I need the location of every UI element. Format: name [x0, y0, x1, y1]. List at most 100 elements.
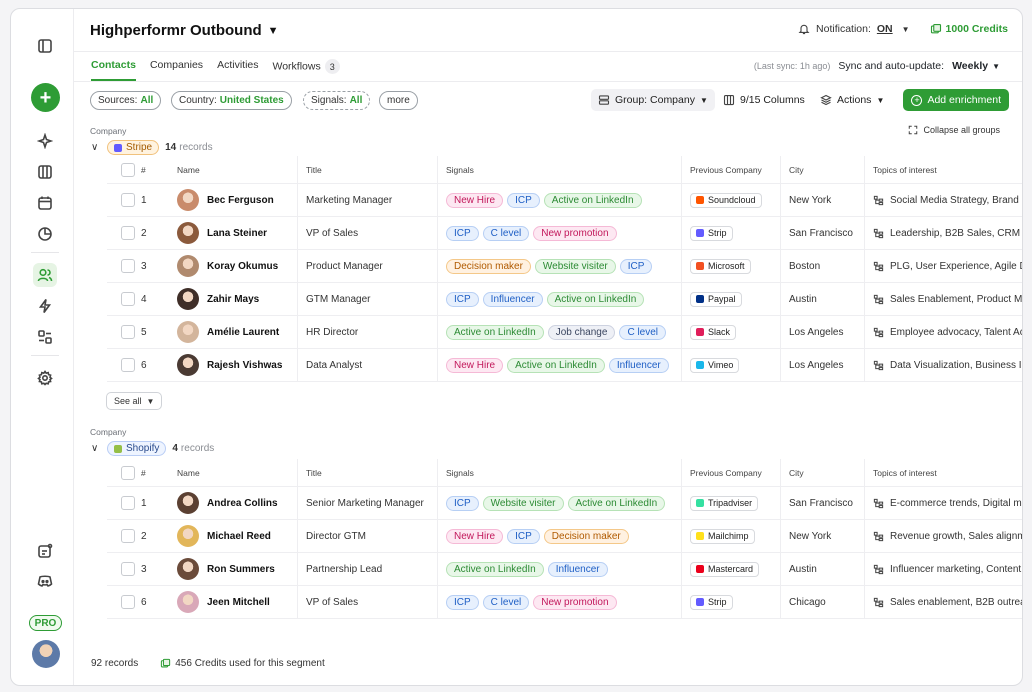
- contact-name[interactable]: Zahir Mays: [177, 288, 259, 310]
- previous-company-name: Paypal: [708, 294, 736, 304]
- row-checkbox[interactable]: [121, 496, 135, 510]
- integrations-icon[interactable]: [33, 325, 57, 349]
- cell-idx: 1: [141, 194, 147, 206]
- topics-text: Influencer marketing, Content partnershi…: [890, 563, 1022, 575]
- table-row[interactable]: 2 Lana Steiner VP of Sales ICP C level New pr…: [107, 217, 1022, 250]
- company-logo-icon: [696, 262, 704, 270]
- columns-button[interactable]: 9/15 Columns: [716, 89, 812, 111]
- table-row[interactable]: 6 Jeen Mitchell VP of Sales ICP C level New p…: [107, 586, 1022, 619]
- signal-tag: Decision maker: [543, 528, 629, 544]
- contact-name[interactable]: Jeen Mitchell: [177, 591, 270, 613]
- tab-activities[interactable]: Activities: [217, 59, 258, 81]
- notification-toggle[interactable]: Notification: ON ▼: [798, 23, 910, 35]
- collapse-all-groups-button[interactable]: Collapse all groups: [908, 125, 1000, 135]
- hierarchy-icon: [873, 564, 884, 574]
- tab-contacts[interactable]: Contacts: [91, 59, 136, 81]
- contact-name-text: Michael Reed: [207, 530, 271, 542]
- contact-name[interactable]: Andrea Collins: [177, 492, 278, 514]
- cell-idx: 1: [141, 497, 147, 509]
- pie-chart-icon[interactable]: [33, 222, 57, 246]
- contact-name-text: Amélie Laurent: [207, 326, 280, 338]
- row-checkbox[interactable]: [121, 325, 135, 339]
- previous-company-name: Vimeo: [708, 360, 734, 370]
- filter-signals[interactable]: Signals: All: [303, 91, 371, 110]
- row-checkbox[interactable]: [121, 193, 135, 207]
- contacts-icon[interactable]: [33, 263, 57, 287]
- column-header-cb[interactable]: [121, 459, 141, 486]
- signal-tag: Website visiter: [534, 258, 616, 274]
- row-checkbox[interactable]: [121, 358, 135, 372]
- table-row[interactable]: 1 Andrea Collins Senior Marketing Manager I…: [107, 487, 1022, 520]
- signal-tag: Active on LinkedIn: [446, 324, 544, 340]
- signal-tag: Active on LinkedIn: [567, 495, 666, 511]
- filter-more-button[interactable]: more: [379, 91, 418, 110]
- credits-balance[interactable]: 1000 Credits: [930, 23, 1008, 35]
- row-checkbox[interactable]: [121, 562, 135, 576]
- company-name: Stripe: [126, 142, 153, 153]
- header-actions: Notification: ON ▼ 1000 Credits: [798, 23, 1008, 35]
- chevron-down-icon[interactable]: ∨: [91, 142, 101, 153]
- contact-name[interactable]: Koray Okumus: [177, 255, 278, 277]
- cell-topics: Social Media Strategy, Brand Growth: [864, 184, 1022, 216]
- see-all-button[interactable]: See all ▼: [106, 392, 163, 410]
- group-header-shopify[interactable]: ∨ Shopify 4 records: [91, 441, 214, 456]
- user-avatar[interactable]: [32, 640, 60, 668]
- tab-companies[interactable]: Companies: [150, 59, 203, 81]
- calendar-icon[interactable]: [33, 191, 57, 215]
- coins-icon: [930, 23, 941, 34]
- table-row[interactable]: 2 Michael Reed Director GTM New Hire ICP Deci…: [107, 520, 1022, 553]
- row-checkbox[interactable]: [121, 595, 135, 609]
- group-header-stripe[interactable]: ∨ Stripe 14 records: [91, 140, 213, 155]
- table-row[interactable]: 3 Ron Summers Partnership Lead Active on Li…: [107, 553, 1022, 586]
- table-row[interactable]: 6 Rajesh Vishwas Data Analyst New Hire Activ…: [107, 349, 1022, 382]
- row-checkbox[interactable]: [121, 226, 135, 240]
- add-enrichment-button[interactable]: + Add enrichment: [903, 89, 1009, 111]
- page-title[interactable]: Highperformr Outbound ▼: [90, 22, 279, 39]
- cell-idx: 3: [141, 260, 147, 272]
- signal-tag: C level: [482, 594, 530, 610]
- chevron-down-icon: ▼: [267, 24, 279, 37]
- contact-name[interactable]: Michael Reed: [177, 525, 271, 547]
- select-all-checkbox[interactable]: [121, 162, 135, 177]
- sidebar-toggle-icon[interactable]: [33, 34, 57, 58]
- stripe-logo-icon: [114, 143, 122, 152]
- previous-company-name: Mailchimp: [708, 531, 749, 541]
- contact-name[interactable]: Lana Steiner: [177, 222, 267, 244]
- filter-country[interactable]: Country: United States: [171, 91, 292, 110]
- discord-icon[interactable]: [33, 569, 57, 593]
- table-row[interactable]: 1 Bec Ferguson Marketing Manager New Hire IC…: [107, 184, 1022, 217]
- profile-card-icon[interactable]: [33, 539, 57, 563]
- table-row[interactable]: 5 Amélie Laurent HR Director Active on Link…: [107, 316, 1022, 349]
- contact-name[interactable]: Amélie Laurent: [177, 321, 279, 343]
- group-by-dropdown[interactable]: Group: Company ▼: [591, 89, 715, 111]
- row-checkbox[interactable]: [121, 529, 135, 543]
- cell-topics: PLG, User Experience, Agile Development: [864, 250, 1022, 282]
- table-row[interactable]: 4 Zahir Mays GTM Manager ICP Influencer Activ…: [107, 283, 1022, 316]
- lightning-icon[interactable]: [33, 294, 57, 318]
- chevron-down-icon: ▼: [876, 95, 885, 105]
- sparkle-icon[interactable]: [33, 129, 57, 153]
- contact-name[interactable]: Rajesh Vishwas: [177, 354, 282, 376]
- create-new-button[interactable]: +: [31, 83, 60, 112]
- select-all-checkbox[interactable]: [121, 465, 135, 480]
- contact-avatar: [177, 222, 199, 244]
- contact-name[interactable]: Bec Ferguson: [177, 189, 274, 211]
- settings-gear-icon[interactable]: [33, 366, 57, 390]
- column-header-cb[interactable]: [121, 156, 141, 183]
- row-checkbox[interactable]: [121, 259, 135, 273]
- actions-dropdown[interactable]: Actions ▼: [813, 89, 891, 111]
- tab-workflows[interactable]: Workflows 3: [273, 59, 340, 81]
- table-row[interactable]: 3 Koray Okumus Product Manager Decision mak…: [107, 250, 1022, 283]
- chevron-down-icon[interactable]: ∨: [91, 443, 101, 454]
- column-header-topics: Topics of interest: [864, 156, 1022, 183]
- signal-tag: Active on LinkedIn: [507, 357, 605, 373]
- row-checkbox[interactable]: [121, 292, 135, 306]
- group-by-label: Group: Company: [615, 94, 695, 106]
- cell-prev: Strip: [681, 217, 780, 249]
- table-icon[interactable]: [33, 160, 57, 184]
- sync-settings[interactable]: (Last sync: 1h ago) Sync and auto-update…: [754, 60, 1000, 72]
- previous-company-name: Soundcloud: [708, 195, 756, 205]
- hierarchy-icon: [873, 261, 884, 271]
- filter-sources[interactable]: Sources: All: [90, 91, 162, 110]
- contact-name[interactable]: Ron Summers: [177, 558, 275, 580]
